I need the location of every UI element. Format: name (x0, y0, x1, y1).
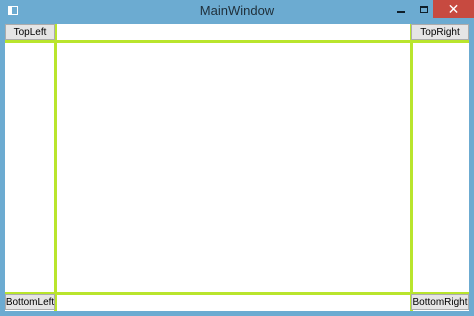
close-button[interactable]: ✕ (433, 0, 474, 18)
grid-line-right (410, 24, 413, 311)
title-bar[interactable]: MainWindow ✕ (0, 0, 474, 24)
maximize-icon (420, 5, 428, 13)
client-area: TopLeft TopRight BottomLeft BottomRight (5, 24, 469, 311)
bottomleft-button[interactable]: BottomLeft (5, 294, 55, 310)
topright-button[interactable]: TopRight (411, 24, 469, 40)
grid-line-left (54, 24, 57, 311)
minimize-button[interactable] (389, 0, 413, 18)
main-window: MainWindow ✕ TopLeft TopRight BottomLeft… (0, 0, 474, 316)
maximize-button[interactable] (414, 0, 434, 18)
grid-line-bottom (5, 292, 469, 295)
minimize-icon (397, 11, 405, 13)
bottomright-button[interactable]: BottomRight (411, 294, 469, 310)
topleft-button[interactable]: TopLeft (5, 24, 55, 40)
grid-line-top (5, 40, 469, 43)
close-icon: ✕ (447, 1, 460, 17)
